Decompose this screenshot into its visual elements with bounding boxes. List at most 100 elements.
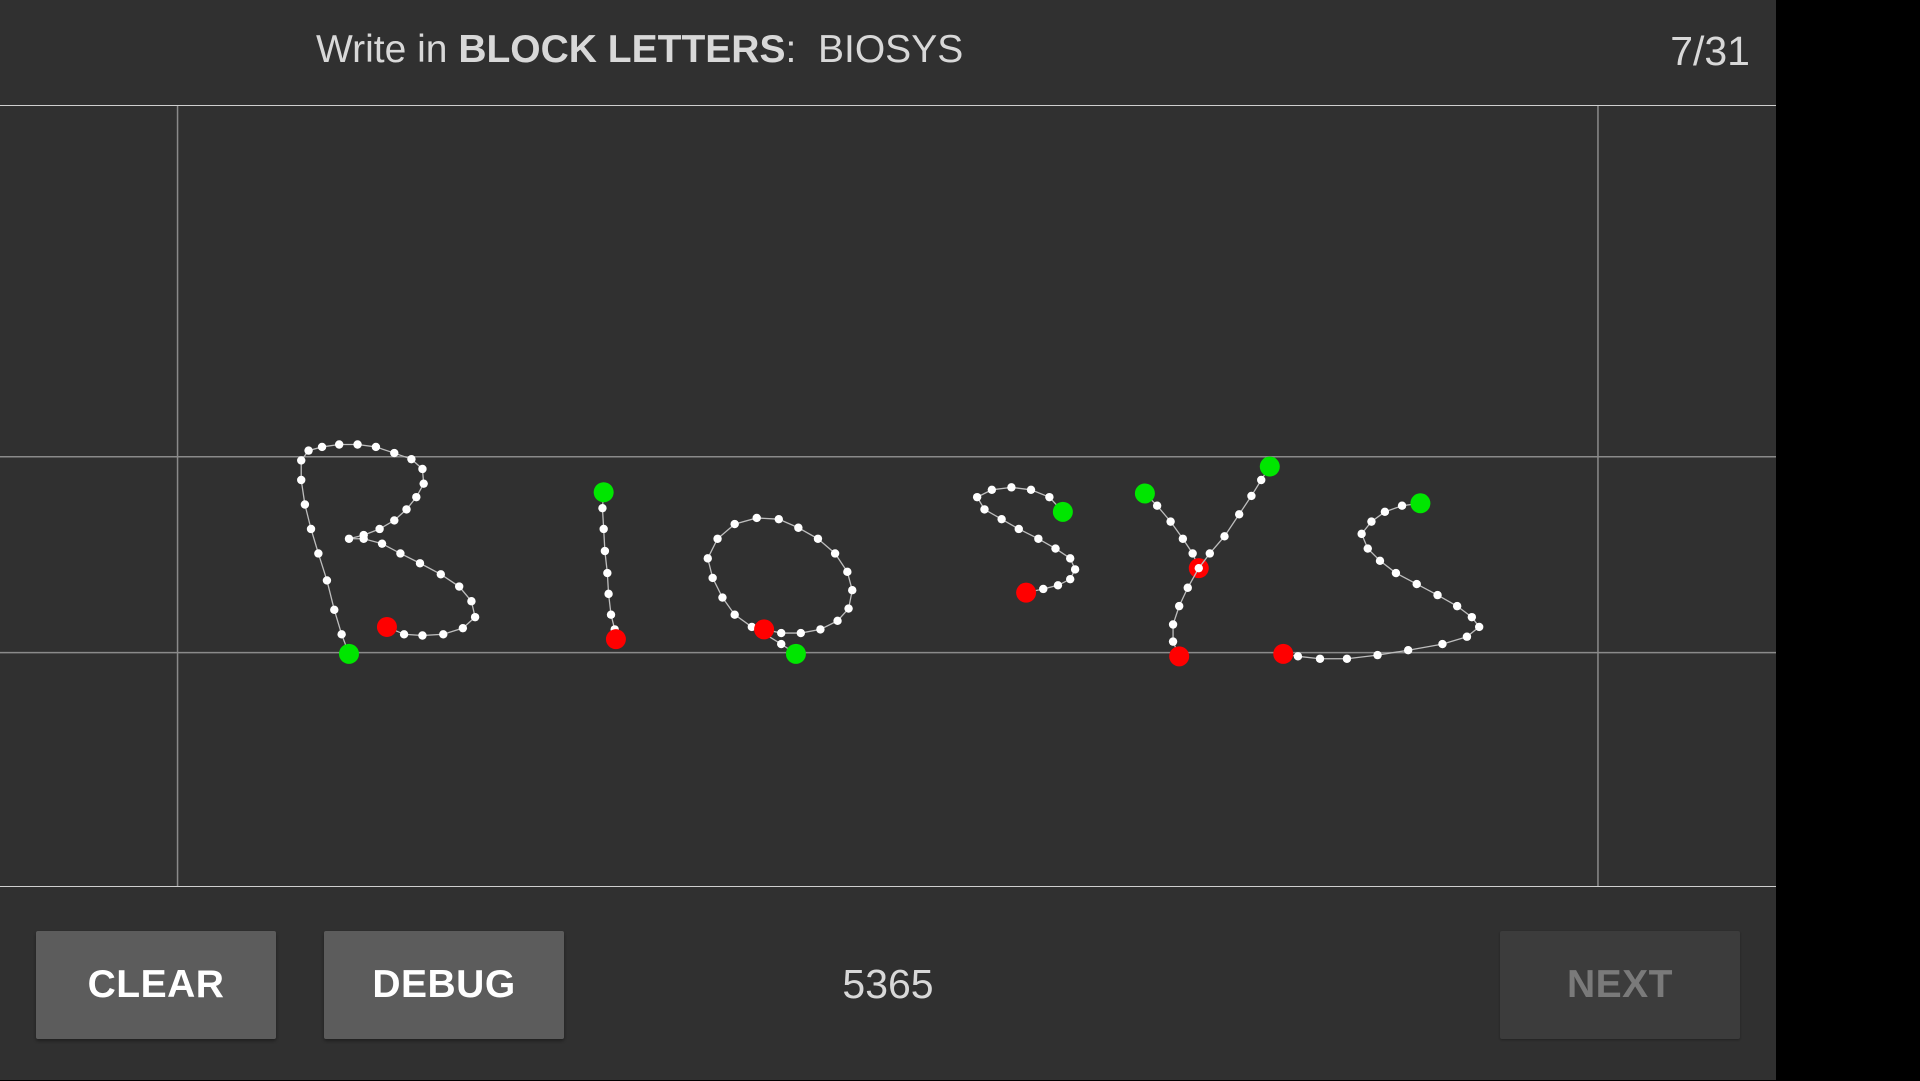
ink-point (334, 440, 344, 449)
ink-point (1194, 563, 1203, 573)
ink-point (600, 546, 610, 556)
ink-point (353, 440, 362, 449)
stroke-start-point (338, 643, 359, 664)
ink-point (1357, 529, 1366, 539)
ink-point (730, 519, 739, 529)
ink-point (1462, 632, 1472, 641)
ink-point (987, 485, 997, 494)
ink-point (1403, 646, 1413, 655)
prompt-suffix: : (785, 28, 797, 71)
ink-surface[interactable] (0, 106, 1776, 886)
ink-point (730, 610, 739, 619)
ink-point (1053, 581, 1063, 590)
ink-point (297, 456, 306, 465)
debug-button[interactable]: DEBUG (324, 931, 564, 1039)
ink-point (418, 464, 427, 474)
ink-point (1026, 485, 1036, 494)
ink-point (606, 610, 616, 619)
ink-point (980, 505, 989, 514)
stroke-start-point (1259, 456, 1280, 477)
target-word: BIOSYS (818, 28, 964, 71)
ink-point (337, 630, 346, 639)
next-button[interactable]: NEXT (1500, 931, 1740, 1039)
ink-point (1183, 583, 1192, 592)
ink-point (314, 549, 323, 558)
ink-point (317, 442, 327, 452)
ink-point (708, 573, 717, 583)
handwriting-app: Write in BLOCK LETTERS: BIOSYS 7/31 CLEA… (0, 0, 1776, 1080)
ink-point (796, 628, 806, 638)
ink-point (436, 570, 446, 579)
writing-canvas[interactable] (0, 106, 1776, 886)
handwriting-strokes (297, 440, 1484, 667)
ink-point (1397, 501, 1407, 510)
ink-point (1474, 622, 1484, 632)
ink-point (599, 524, 608, 534)
ink-point (407, 454, 416, 464)
ink-point (418, 631, 427, 640)
ink-point (1363, 544, 1372, 553)
ink-point (412, 492, 421, 502)
ink-point (304, 446, 313, 455)
ink-point (1315, 654, 1325, 663)
ink-point (1375, 556, 1385, 566)
ink-point (402, 505, 411, 514)
ink-point (377, 539, 387, 548)
ink-point (997, 514, 1006, 524)
ink-point (359, 534, 368, 543)
ink-point (777, 628, 786, 638)
ink-point (1070, 565, 1080, 574)
header-bar: Write in BLOCK LETTERS: BIOSYS 7/31 (0, 0, 1776, 106)
ink-point (604, 589, 613, 599)
ink-point (598, 503, 607, 513)
ink-point (467, 597, 476, 606)
ink-point (1168, 620, 1178, 629)
ink-point (399, 630, 409, 639)
ink-point (1247, 491, 1256, 501)
prompt-prefix: Write in (316, 28, 459, 71)
ink-point (1342, 654, 1352, 663)
ink-point (419, 479, 428, 488)
ink-point (1178, 534, 1188, 543)
ink-point (1014, 524, 1023, 534)
ink-point (1467, 612, 1477, 622)
stroke-start-point (593, 482, 614, 503)
ink-point (390, 516, 399, 525)
ink-point (1166, 517, 1175, 526)
ink-point (1391, 568, 1401, 578)
stroke-end-point (605, 629, 626, 650)
ink-point (1045, 492, 1054, 502)
stroke-end-point (1016, 582, 1037, 603)
ink-point (1152, 501, 1162, 510)
ink-point (1188, 549, 1197, 558)
stroke-start-point (1410, 493, 1431, 514)
ink-point (1039, 584, 1048, 594)
ink-point (752, 513, 761, 523)
stroke-path-7 (1283, 502, 1481, 660)
ink-point (713, 534, 722, 543)
stroke-end-point (376, 616, 397, 637)
ink-point (1220, 532, 1229, 541)
ink-point (1034, 534, 1043, 543)
ink-point (972, 492, 982, 502)
stroke-start-point (1134, 483, 1155, 504)
ink-point (1412, 579, 1421, 589)
ink-point (1234, 510, 1244, 519)
ink-point (297, 475, 306, 485)
ink-point (415, 559, 425, 568)
instruction-prompt: Write in BLOCK LETTERS: BIOSYS (316, 28, 963, 72)
ink-point (1051, 544, 1060, 553)
ink-point (390, 448, 399, 458)
ink-point (1174, 601, 1184, 611)
ink-point (774, 514, 783, 524)
ink-point (1257, 475, 1266, 485)
prompt-emphasis: BLOCK LETTERS (458, 28, 786, 71)
clear-button[interactable]: CLEAR (36, 931, 276, 1039)
footer-bar: CLEAR DEBUG 5365 NEXT (0, 886, 1776, 1081)
ink-point (833, 616, 842, 626)
ink-point (1293, 652, 1303, 661)
ink-point (371, 442, 381, 452)
ink-point (458, 623, 468, 633)
ink-point (322, 576, 332, 585)
point-count: 5365 (842, 960, 934, 1007)
